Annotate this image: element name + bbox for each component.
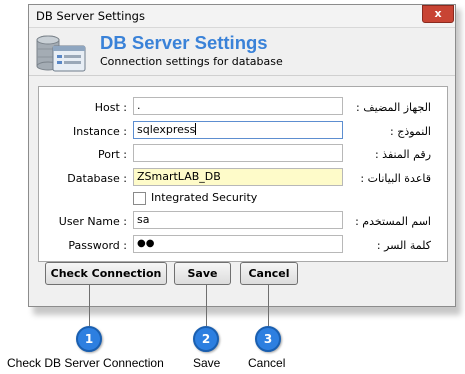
username-label-ar: اسم المستخدم :: [355, 215, 431, 228]
password-label: Password :: [68, 239, 127, 252]
header-subtitle: Connection settings for database: [100, 55, 283, 68]
header-title: DB Server Settings: [100, 32, 268, 53]
callout-line-2: [206, 285, 207, 326]
username-input[interactable]: sa: [133, 211, 343, 229]
database-settings-icon: [36, 35, 86, 72]
text-caret: [195, 123, 197, 135]
connection-panel: Host : . الجهاز المضيف : Instance : sqle…: [38, 86, 448, 262]
database-label-ar: قاعدة البيانات :: [360, 172, 431, 185]
host-label: Host :: [94, 101, 127, 114]
callout-caption-1: Check DB Server Connection: [7, 356, 164, 370]
title-bar: DB Server Settings x: [29, 5, 455, 28]
instance-input[interactable]: sqlexpress: [133, 121, 343, 139]
callout-caption-3: Cancel: [248, 356, 286, 370]
close-button[interactable]: x: [422, 5, 454, 23]
callout-badge-3: 3: [255, 326, 281, 352]
port-label-ar: رقم المنفذ :: [374, 148, 431, 161]
port-label: Port :: [97, 148, 127, 161]
callout-caption-2: Save: [193, 356, 221, 370]
header-divider: [29, 75, 455, 76]
callout-badge-2: 2: [193, 326, 219, 352]
window-title: DB Server Settings: [36, 9, 145, 23]
integrated-security-checkbox[interactable]: [133, 192, 146, 205]
check-connection-button[interactable]: Check Connection: [45, 262, 167, 285]
callout-line-3: [268, 285, 269, 326]
port-input[interactable]: [133, 144, 343, 162]
cancel-button[interactable]: Cancel: [240, 262, 298, 285]
callout-line-1: [89, 285, 90, 326]
password-input[interactable]: ●●: [133, 235, 343, 253]
password-label-ar: كلمة السر :: [376, 239, 431, 252]
instance-label-ar: النموذج :: [390, 125, 431, 138]
callout-badge-1: 1: [76, 326, 102, 352]
integrated-security-label[interactable]: Integrated Security: [151, 191, 257, 204]
host-input[interactable]: .: [133, 97, 343, 115]
instance-value: sqlexpress: [137, 123, 196, 136]
save-button[interactable]: Save: [174, 262, 231, 285]
host-label-ar: الجهاز المضيف :: [356, 101, 431, 114]
database-label: Database :: [67, 172, 127, 185]
instance-label: Instance :: [73, 125, 127, 138]
username-label: User Name :: [58, 215, 127, 228]
database-input[interactable]: ZSmartLAB_DB: [133, 168, 343, 186]
